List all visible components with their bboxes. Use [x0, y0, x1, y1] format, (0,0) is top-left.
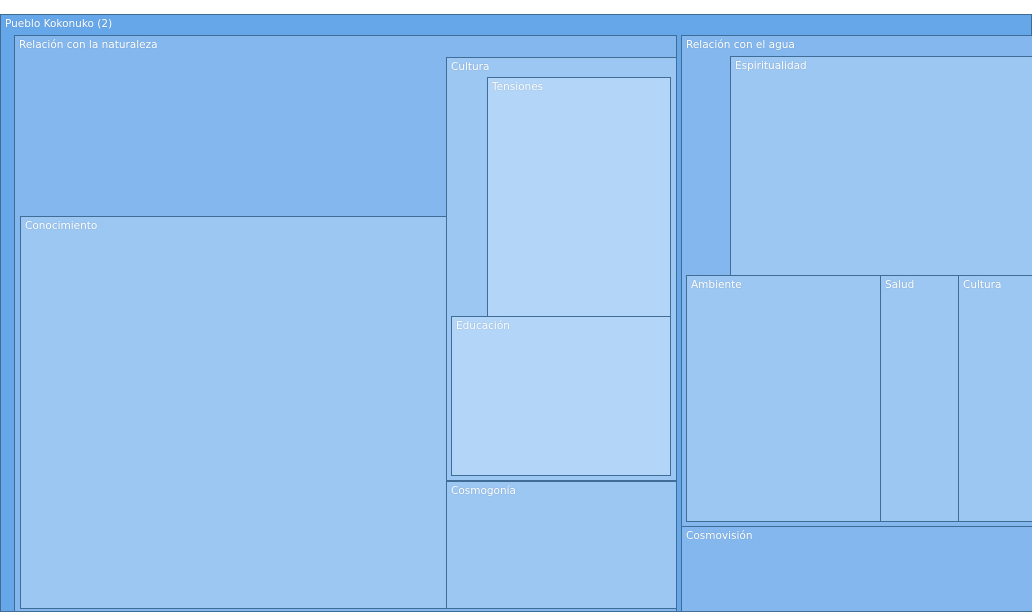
treemap-cell-label: Cosmovisión	[686, 530, 753, 542]
treemap-cell-label: Cultura	[451, 61, 490, 73]
treemap-cell-label: Salud	[885, 279, 915, 291]
treemap-cell-label: Tensiones	[492, 81, 544, 93]
treemap-cell-cosmovision: Cosmovisión	[681, 526, 1032, 612]
treemap-cell-cosmogonia: Cosmogonía	[446, 481, 677, 609]
treemap-cell-educacion: Educación	[451, 316, 671, 476]
treemap-cell-label: Educación	[456, 320, 510, 332]
treemap-cell-ambiente: Ambiente	[686, 275, 882, 522]
treemap-cell-label: Relación con la naturaleza	[19, 39, 158, 51]
treemap-cell-label: Cultura	[963, 279, 1002, 291]
treemap-cell-label: Ambiente	[691, 279, 742, 291]
treemap-cell-label: Pueblo Kokonuko (2)	[5, 18, 113, 30]
treemap-cell-salud: Salud	[880, 275, 960, 522]
treemap-cell-label: Relación con el agua	[686, 39, 795, 51]
treemap-cell-label: Cosmogonía	[451, 485, 516, 497]
treemap-cell-cultura: Cultura	[958, 275, 1032, 522]
treemap-chart: Pueblo Kokonuko (2) Relación con la natur…	[0, 0, 1032, 612]
treemap-cell-label: Espiritualidad	[735, 60, 807, 72]
treemap-cell-conocimiento: Conocimiento	[20, 216, 447, 609]
treemap-cell-tensiones: Tensiones	[487, 77, 671, 317]
treemap-cell-label: Conocimiento	[25, 220, 98, 232]
treemap-cell-espiritualidad: Espiritualidad	[730, 56, 1032, 276]
